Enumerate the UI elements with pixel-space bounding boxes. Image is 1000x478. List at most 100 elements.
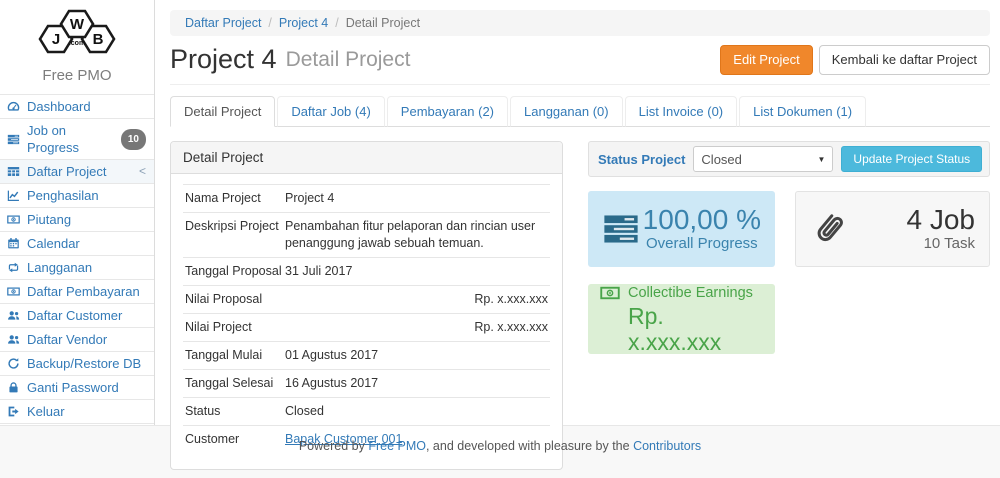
logo-letter: B (93, 31, 104, 48)
detail-label: Nama Project (185, 190, 285, 207)
edit-project-button[interactable]: Edit Project (720, 45, 812, 75)
footer-text: , and developed with pleasure by the (426, 439, 633, 453)
jobs-value: 4 Job (907, 205, 976, 235)
detail-row-nama-project: Nama ProjectProject 4 (183, 184, 550, 212)
sidebar-item-dashboard[interactable]: Dashboard (0, 94, 154, 118)
refresh-icon (7, 357, 21, 371)
sidebar-item-label: Langganan (27, 259, 92, 276)
status-project-bar: Status Project Closed ▼ Update Project S… (588, 141, 990, 177)
tasks-icon (602, 210, 640, 248)
page-header: Project 4 Detail Project Edit Project Ke… (170, 44, 990, 85)
sidebar-item-label: Calendar (27, 235, 80, 252)
sidebar: J B W .com Free PMO Dashboard Job on Prog… (0, 0, 155, 425)
sidebar-item-label: Penghasilan (27, 187, 99, 204)
sidebar-item-backup-restore-db[interactable]: Backup/Restore DB (0, 351, 154, 375)
breadcrumb-separator: / (335, 16, 338, 30)
tab-daftar-job-4[interactable]: Daftar Job (4) (277, 96, 384, 127)
sidebar-item-piutang[interactable]: Piutang (0, 207, 154, 231)
tab-list-invoice-0[interactable]: List Invoice (0) (625, 96, 738, 127)
detail-value: 01 Agustus 2017 (285, 347, 548, 364)
users-icon (7, 309, 21, 323)
sidebar-item-ganti-password[interactable]: Ganti Password (0, 375, 154, 399)
detail-row-tanggal-mulai: Tanggal Mulai01 Agustus 2017 (183, 341, 550, 369)
brand-name: Free PMO (0, 67, 154, 84)
detail-label: Status (185, 403, 285, 420)
status-project-label: Status Project (598, 152, 685, 167)
earnings-label: Collectibe Earnings (628, 285, 753, 301)
logo-dotcom: .com (69, 40, 85, 47)
detail-label: Customer (185, 431, 285, 448)
panel-title: Detail Project (171, 142, 562, 174)
sidebar-item-daftar-project[interactable]: Daftar Project< (0, 159, 154, 183)
paperclip-icon (810, 210, 848, 248)
sidebar-item-keluar[interactable]: Keluar (0, 399, 154, 423)
sidebar-item-label: Keluar (27, 403, 65, 420)
logo-letter: J (52, 31, 60, 48)
status-select[interactable]: Closed ▼ (693, 146, 833, 172)
money-icon (7, 213, 21, 227)
sidebar-item-label: Dashboard (27, 98, 91, 115)
detail-value: Penambahan fitur pelaporan dan rincian u… (285, 218, 548, 252)
detail-row-nilai-project: Nilai ProjectRp. x.xxx.xxx (183, 313, 550, 341)
money-icon (600, 283, 620, 303)
detail-row-nilai-proposal: Nilai ProposalRp. x.xxx.xxx (183, 285, 550, 313)
sidebar-item-job-on-progress[interactable]: Job on Progress 10 (0, 118, 154, 159)
logo: J B W .com Free PMO (0, 0, 154, 84)
earnings-value: Rp. x.xxx.xxx (628, 303, 763, 355)
breadcrumb-item-project-4[interactable]: Project 4 (279, 16, 328, 30)
tab-bar: Detail ProjectDaftar Job (4)Pembayaran (… (170, 96, 990, 127)
detail-project-panel: Detail Project Nama ProjectProject 4Desk… (170, 141, 563, 470)
sign-out-icon (7, 405, 21, 419)
sidebar-item-daftar-vendor[interactable]: Daftar Vendor (0, 327, 154, 351)
sidebar-item-label: Daftar Vendor (27, 331, 107, 348)
users-icon (7, 333, 21, 347)
detail-value: 31 Juli 2017 (285, 263, 548, 280)
jobs-box: 4 Job 10 Task (795, 191, 990, 267)
count-badge: 10 (121, 129, 146, 150)
detail-value: Rp. x.xxx.xxx (285, 291, 548, 308)
tab-pembayaran-2[interactable]: Pembayaran (2) (387, 96, 508, 127)
detail-value: 16 Agustus 2017 (285, 375, 548, 392)
sidebar-item-langganan[interactable]: Langganan (0, 255, 154, 279)
footer-link-contributors[interactable]: Contributors (633, 439, 701, 453)
jwb-logo-icon: J B W .com (31, 9, 123, 61)
page-title: Project 4 (170, 44, 277, 75)
sidebar-nav: Dashboard Job on Progress 10 Daftar Project… (0, 94, 154, 424)
detail-label: Tanggal Mulai (185, 347, 285, 364)
detail-value: Closed (285, 403, 548, 420)
breadcrumb-item-daftar-project[interactable]: Daftar Project (185, 16, 261, 30)
sidebar-item-daftar-customer[interactable]: Daftar Customer (0, 303, 154, 327)
sidebar-item-daftar-pembayaran[interactable]: Daftar Pembayaran (0, 279, 154, 303)
sidebar-item-label: Job on Progress (27, 122, 115, 156)
breadcrumb-item-detail-project: Detail Project (346, 16, 420, 30)
earnings-box: Collectibe Earnings Rp. x.xxx.xxx (588, 284, 775, 354)
tasks-value: 10 Task (907, 235, 976, 253)
tasks-icon (7, 132, 21, 146)
tab-list-dokumen-1[interactable]: List Dokumen (1) (739, 96, 866, 127)
breadcrumb-separator: / (268, 16, 271, 30)
tab-langganan-0[interactable]: Langganan (0) (510, 96, 623, 127)
sidebar-item-penghasilan[interactable]: Penghasilan (0, 183, 154, 207)
sidebar-item-label: Ganti Password (27, 379, 119, 396)
update-status-button[interactable]: Update Project Status (841, 146, 982, 172)
page-subtitle: Detail Project (286, 48, 411, 72)
detail-label: Deskripsi Project (185, 218, 285, 252)
sidebar-item-calendar[interactable]: Calendar (0, 231, 154, 255)
status-select-value: Closed (701, 152, 741, 167)
detail-label: Tanggal Proposal (185, 263, 285, 280)
overall-progress-box: 100,00 % Overall Progress (588, 191, 775, 267)
retweet-icon (7, 261, 21, 275)
sidebar-item-label: Daftar Pembayaran (27, 283, 140, 300)
content: Daftar Project / Project 4 / Detail Project … (155, 0, 1000, 470)
detail-value: Rp. x.xxx.xxx (285, 319, 548, 336)
tab-detail-project[interactable]: Detail Project (170, 96, 275, 127)
chevron-collapse-icon: < (139, 163, 146, 180)
table-icon (7, 165, 21, 179)
progress-value: 100,00 % (643, 205, 761, 235)
progress-label: Overall Progress (643, 235, 761, 253)
detail-value: Project 4 (285, 190, 548, 207)
footer-text: Powered by (299, 439, 368, 453)
footer-link-free-pmo[interactable]: Free PMO (368, 439, 426, 453)
sidebar-item-label: Piutang (27, 211, 71, 228)
back-to-list-button[interactable]: Kembali ke daftar Project (819, 45, 990, 75)
